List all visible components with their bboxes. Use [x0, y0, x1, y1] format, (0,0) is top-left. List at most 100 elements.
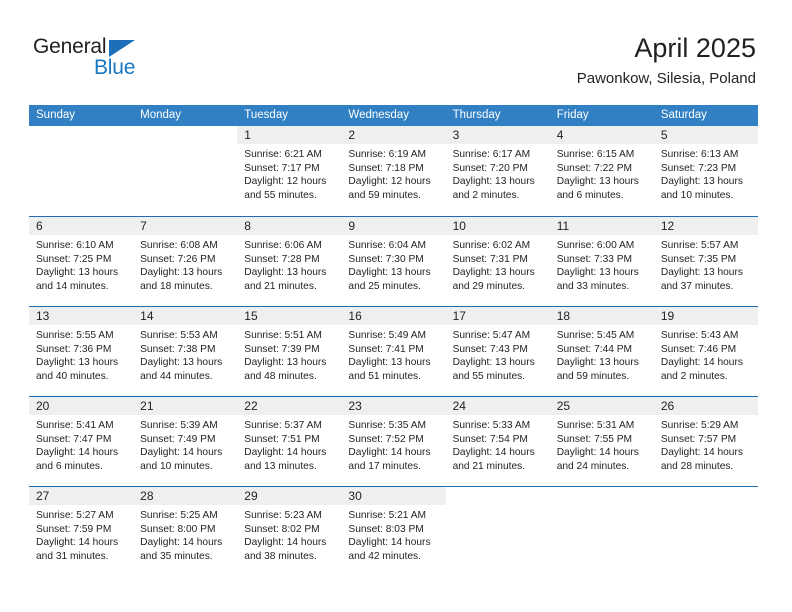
calendar-week-row: 13 Sunrise: 5:55 AM Sunset: 7:36 PM Dayligh… [29, 306, 758, 396]
day-details: Sunrise: 5:25 AM Sunset: 8:00 PM Daylight:… [133, 505, 237, 563]
day-number: 9 [341, 217, 446, 235]
sunset-text: Sunset: 7:35 PM [660, 253, 737, 265]
sunrise-text: Sunrise: 6:00 AM [556, 240, 635, 251]
sunrise-text: Sunrise: 5:23 AM [244, 510, 322, 521]
sunrise-text: Sunrise: 5:53 AM [140, 330, 218, 341]
calendar-day-cell[interactable]: 14 Sunrise: 5:53 AM Sunset: 7:38 PM Dayligh… [133, 307, 238, 396]
calendar-day-cell-empty [445, 487, 550, 576]
daylight-text-line1: Daylight: 14 hours [244, 447, 327, 459]
sunrise-text: Sunrise: 6:08 AM [140, 240, 218, 251]
day-number: 24 [445, 397, 550, 415]
sunset-text: Sunset: 7:28 PM [244, 253, 320, 265]
day-details: Sunrise: 6:02 AM Sunset: 7:31 PM Daylight:… [446, 235, 550, 293]
calendar-day-cell[interactable]: 18 Sunrise: 5:45 AM Sunset: 7:44 PM Dayligh… [549, 307, 654, 396]
day-details: Sunrise: 5:49 AM Sunset: 7:41 PM Daylight:… [341, 325, 445, 383]
calendar-grid: Sunday Monday Tuesday Wednesday Thursday Frid… [29, 105, 758, 576]
calendar-day-cell[interactable]: 10 Sunrise: 6:02 AM Sunset: 7:31 PM Dayligh… [445, 217, 550, 306]
day-number [550, 487, 654, 505]
calendar-day-cell-empty [549, 487, 654, 576]
calendar-day-cell[interactable]: 8 Sunrise: 6:06 AM Sunset: 7:28 PM Daylight… [237, 217, 342, 306]
day-details: Sunrise: 6:15 AM Sunset: 7:22 PM Daylight:… [550, 144, 654, 202]
daylight-text-line1: Daylight: 12 hours [348, 176, 431, 188]
day-number: 21 [133, 397, 238, 415]
calendar-day-cell[interactable]: 7 Sunrise: 6:08 AM Sunset: 7:26 PM Daylight… [133, 217, 238, 306]
calendar-day-cell[interactable]: 30 Sunrise: 5:21 AM Sunset: 8:03 PM Dayligh… [341, 487, 446, 576]
calendar-week-row: 6 Sunrise: 6:10 AM Sunset: 7:25 PM Daylight… [29, 216, 758, 306]
calendar-week-row: 20 Sunrise: 5:41 AM Sunset: 7:47 PM Dayligh… [29, 396, 758, 486]
daylight-text-line2: and 51 minutes. [348, 370, 421, 382]
sunset-text: Sunset: 7:47 PM [36, 433, 112, 445]
calendar-day-cell[interactable]: 13 Sunrise: 5:55 AM Sunset: 7:36 PM Dayligh… [29, 307, 134, 396]
calendar-day-cell[interactable]: 1 Sunrise: 6:21 AM Sunset: 7:17 PM Daylight… [237, 126, 342, 216]
day-number: 7 [133, 217, 238, 235]
calendar-day-cell[interactable]: 16 Sunrise: 5:49 AM Sunset: 7:41 PM Dayligh… [341, 307, 446, 396]
sunset-text: Sunset: 7:22 PM [556, 162, 633, 174]
day-number: 28 [133, 487, 238, 505]
calendar-day-cell[interactable]: 12 Sunrise: 5:57 AM Sunset: 7:35 PM Dayligh… [653, 217, 758, 306]
calendar-day-cell[interactable]: 23 Sunrise: 5:35 AM Sunset: 7:52 PM Dayligh… [341, 397, 446, 486]
calendar-day-cell-empty [29, 126, 134, 216]
calendar-day-cell[interactable]: 9 Sunrise: 6:04 AM Sunset: 7:30 PM Daylight… [341, 217, 446, 306]
calendar-day-cell[interactable]: 15 Sunrise: 5:51 AM Sunset: 7:39 PM Dayligh… [237, 307, 342, 396]
calendar-week-row: 27 Sunrise: 5:27 AM Sunset: 7:59 PM Dayligh… [29, 486, 758, 576]
calendar-day-cell[interactable]: 5 Sunrise: 6:13 AM Sunset: 7:23 PM Daylight… [653, 126, 758, 216]
day-details: Sunrise: 5:39 AM Sunset: 7:49 PM Daylight:… [133, 415, 237, 473]
day-number: 29 [237, 487, 342, 505]
daylight-text-line1: Daylight: 14 hours [556, 447, 639, 459]
day-number: 30 [341, 487, 446, 505]
sunrise-text: Sunrise: 6:21 AM [244, 149, 322, 160]
daylight-text-line1: Daylight: 13 hours [244, 357, 327, 369]
daylight-text-line1: Daylight: 13 hours [36, 267, 119, 279]
day-details: Sunrise: 5:47 AM Sunset: 7:43 PM Daylight:… [446, 325, 550, 383]
sunrise-text: Sunrise: 5:43 AM [660, 330, 739, 341]
sunrise-text: Sunrise: 5:31 AM [556, 420, 635, 431]
daylight-text-line2: and 37 minutes. [660, 280, 734, 292]
day-number: 13 [29, 307, 134, 325]
sunset-text: Sunset: 8:03 PM [348, 523, 424, 535]
day-details: Sunrise: 5:27 AM Sunset: 7:59 PM Daylight:… [29, 505, 133, 563]
day-details: Sunrise: 5:33 AM Sunset: 7:54 PM Daylight:… [446, 415, 550, 473]
day-number: 6 [29, 217, 134, 235]
sunrise-text: Sunrise: 5:37 AM [244, 420, 322, 431]
day-details: Sunrise: 6:10 AM Sunset: 7:25 PM Daylight:… [29, 235, 133, 293]
calendar-weeks: 1 Sunrise: 6:21 AM Sunset: 7:17 PM Daylight… [29, 126, 758, 576]
page-subtitle: Pawonkow, Silesia, Poland [576, 70, 756, 87]
page-title: April 2025 [634, 33, 756, 63]
calendar-day-cell[interactable]: 22 Sunrise: 5:37 AM Sunset: 7:51 PM Dayligh… [237, 397, 342, 486]
calendar-day-cell[interactable]: 2 Sunrise: 6:19 AM Sunset: 7:18 PM Daylight… [341, 126, 446, 216]
daylight-text-line1: Daylight: 13 hours [140, 357, 223, 369]
sunset-text: Sunset: 7:23 PM [660, 162, 737, 174]
calendar-day-cell[interactable]: 19 Sunrise: 5:43 AM Sunset: 7:46 PM Dayligh… [653, 307, 758, 396]
calendar-day-cell[interactable]: 4 Sunrise: 6:15 AM Sunset: 7:22 PM Daylight… [549, 126, 654, 216]
sunset-text: Sunset: 7:33 PM [556, 253, 633, 265]
calendar-day-cell[interactable]: 26 Sunrise: 5:29 AM Sunset: 7:57 PM Dayligh… [653, 397, 758, 486]
calendar-day-cell-empty [653, 487, 758, 576]
daylight-text-line1: Daylight: 14 hours [36, 447, 119, 459]
sunset-text: Sunset: 7:18 PM [348, 162, 424, 174]
calendar-day-cell[interactable]: 6 Sunrise: 6:10 AM Sunset: 7:25 PM Daylight… [29, 217, 134, 306]
sunrise-text: Sunrise: 5:45 AM [556, 330, 635, 341]
day-details: Sunrise: 5:43 AM Sunset: 7:46 PM Daylight:… [654, 325, 758, 383]
calendar-day-cell[interactable]: 3 Sunrise: 6:17 AM Sunset: 7:20 PM Daylight… [445, 126, 550, 216]
calendar-day-cell[interactable]: 29 Sunrise: 5:23 AM Sunset: 8:02 PM Dayligh… [237, 487, 342, 576]
calendar-day-cell[interactable]: 27 Sunrise: 5:27 AM Sunset: 7:59 PM Dayligh… [29, 487, 134, 576]
calendar-day-cell[interactable]: 28 Sunrise: 5:25 AM Sunset: 8:00 PM Dayligh… [133, 487, 238, 576]
day-details: Sunrise: 6:13 AM Sunset: 7:23 PM Daylight:… [654, 144, 758, 202]
calendar-day-cell[interactable]: 25 Sunrise: 5:31 AM Sunset: 7:55 PM Dayligh… [549, 397, 654, 486]
day-details: Sunrise: 5:53 AM Sunset: 7:38 PM Daylight:… [133, 325, 237, 383]
daylight-text-line2: and 21 minutes. [452, 460, 526, 472]
sunrise-text: Sunrise: 6:19 AM [348, 149, 427, 160]
calendar-day-cell[interactable]: 24 Sunrise: 5:33 AM Sunset: 7:54 PM Dayligh… [445, 397, 550, 486]
daylight-text-line1: Daylight: 14 hours [348, 447, 431, 459]
calendar-day-cell[interactable]: 11 Sunrise: 6:00 AM Sunset: 7:33 PM Dayligh… [549, 217, 654, 306]
weekday-header-thursday: Thursday [452, 109, 501, 121]
daylight-text-line1: Daylight: 14 hours [348, 537, 431, 549]
calendar-day-cell[interactable]: 20 Sunrise: 5:41 AM Sunset: 7:47 PM Dayligh… [29, 397, 134, 486]
daylight-text-line1: Daylight: 13 hours [140, 267, 223, 279]
day-number: 8 [237, 217, 342, 235]
daylight-text-line1: Daylight: 13 hours [348, 357, 431, 369]
calendar-day-cell[interactable]: 21 Sunrise: 5:39 AM Sunset: 7:49 PM Dayligh… [133, 397, 238, 486]
sunset-text: Sunset: 7:26 PM [140, 253, 216, 265]
calendar-day-cell[interactable]: 17 Sunrise: 5:47 AM Sunset: 7:43 PM Dayligh… [445, 307, 550, 396]
sunrise-text: Sunrise: 5:57 AM [660, 240, 739, 251]
